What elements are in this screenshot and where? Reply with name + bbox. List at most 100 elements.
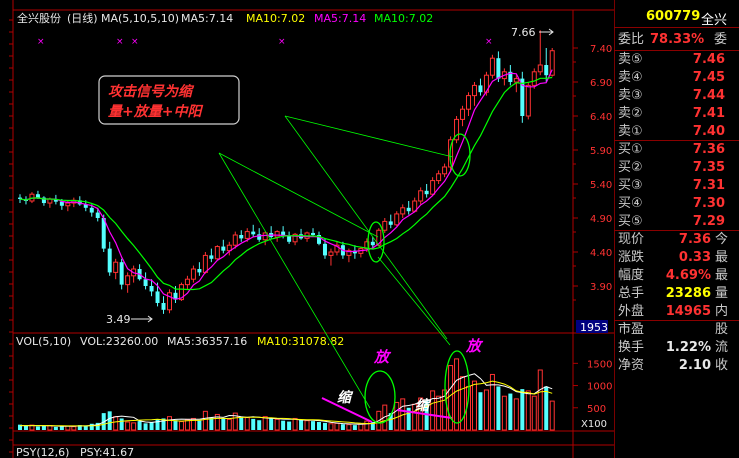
ask-row: 卖③ 7.44 bbox=[618, 86, 739, 106]
candle-body-up bbox=[394, 213, 400, 226]
volume-bar-down bbox=[340, 424, 345, 430]
candle-body-up bbox=[513, 78, 519, 83]
volume-bar-down bbox=[35, 426, 40, 430]
candle-body-down bbox=[155, 291, 160, 303]
stat-row: 外盘 14965 内 bbox=[618, 302, 739, 322]
volume-bar-up bbox=[167, 416, 172, 431]
volume-multiplier: X100 bbox=[581, 419, 607, 430]
stat-label: 总手 bbox=[618, 286, 645, 301]
volume-tick-label: 1500 bbox=[587, 359, 612, 370]
candle-body-down bbox=[311, 232, 316, 235]
bid-label: 买② bbox=[618, 160, 643, 175]
candle-body-up bbox=[125, 275, 131, 286]
volume-bar-up bbox=[178, 421, 184, 431]
volume-bar-down bbox=[107, 411, 112, 430]
vol-title: VOL(5,10) bbox=[16, 335, 71, 348]
bid-row: 买② 7.35 bbox=[618, 158, 739, 178]
stat2-row: 市盈 股 bbox=[618, 320, 739, 340]
volume-bar-up bbox=[531, 395, 537, 431]
bid-row: 买④ 7.30 bbox=[618, 194, 739, 214]
ask-label: 卖④ bbox=[618, 70, 643, 85]
volume-bar-down bbox=[53, 426, 58, 430]
volume-bar-up bbox=[454, 358, 460, 431]
low-price-label: 3.49 bbox=[106, 313, 131, 326]
candle-body-down bbox=[221, 246, 226, 251]
stat2-label: 市盈 bbox=[618, 322, 645, 337]
ratio-label: 委比 bbox=[618, 32, 645, 47]
stat-value: 0.33 bbox=[678, 250, 711, 265]
candle-body-down bbox=[287, 235, 292, 242]
period-label: (日线) bbox=[67, 11, 98, 25]
candle-body-down bbox=[544, 65, 549, 76]
bid-value: 7.31 bbox=[692, 178, 725, 193]
stat-value: 14965 bbox=[665, 304, 711, 319]
volume-bar-up bbox=[202, 410, 208, 431]
date-tag: 1953 bbox=[580, 321, 608, 334]
volume-bar-up bbox=[226, 418, 232, 431]
ask-value: 7.40 bbox=[692, 124, 725, 139]
volume-bar-down bbox=[352, 425, 357, 430]
ask-value: 7.41 bbox=[692, 106, 725, 121]
candle-body-down bbox=[149, 286, 154, 292]
ratio-row: 委比 78.33% 委 bbox=[618, 30, 739, 50]
stat-label: 现价 bbox=[618, 232, 645, 247]
volume-bar-up bbox=[501, 395, 507, 431]
bid-label: 买⑤ bbox=[618, 214, 643, 229]
candle-body-down bbox=[478, 85, 483, 93]
stat-extra: 最 bbox=[715, 250, 729, 265]
price-tick-label: 6.40 bbox=[590, 112, 612, 123]
volume-bar-down bbox=[317, 422, 321, 430]
candle-body-down bbox=[239, 235, 244, 239]
volume-bar-down bbox=[89, 423, 94, 430]
candle-body-up bbox=[328, 251, 334, 256]
candle-body-down bbox=[89, 207, 94, 213]
ma-title: MA(5,10,5,10) bbox=[101, 12, 179, 25]
volume-bar-down bbox=[269, 418, 274, 430]
candle-body-up bbox=[184, 278, 190, 286]
candle-body-up bbox=[537, 64, 543, 73]
stat2-extra: 收 bbox=[715, 358, 729, 373]
candle-body-up bbox=[418, 190, 424, 202]
volume-bar-down bbox=[23, 426, 28, 430]
candle-body-down bbox=[209, 255, 214, 259]
volume-bar-up bbox=[430, 390, 436, 431]
candle-body-down bbox=[59, 201, 64, 206]
candle-body-up bbox=[232, 234, 238, 246]
stat-row: 现价 7.36 今 bbox=[618, 230, 739, 250]
candle-body-down bbox=[388, 221, 393, 225]
vol-ma10: MA10:31078.82 bbox=[257, 335, 344, 348]
candle-body-down bbox=[197, 269, 202, 273]
volume-bar-down bbox=[197, 420, 202, 430]
ma5b-label: MA5:7.14 bbox=[314, 12, 366, 25]
candle-body-up bbox=[489, 57, 495, 76]
bid-value: 7.29 bbox=[692, 214, 725, 229]
candle-body-up bbox=[460, 108, 466, 120]
stat2-extra: 股 bbox=[715, 322, 729, 337]
volume-bar-up bbox=[346, 424, 352, 431]
candle-body-up bbox=[244, 231, 250, 239]
volume-bar-down bbox=[239, 416, 244, 430]
bid-label: 买④ bbox=[618, 196, 643, 211]
svg-text:×: × bbox=[37, 37, 45, 47]
volume-bar-down bbox=[520, 389, 525, 430]
volume-bar-down bbox=[221, 418, 226, 430]
volume-bar-down bbox=[59, 426, 64, 430]
candle-body-up bbox=[113, 261, 119, 273]
volume-bar-down bbox=[496, 386, 501, 430]
volume-bar-down bbox=[155, 419, 160, 430]
stat2-label: 换手 bbox=[618, 340, 645, 355]
bid-value: 7.35 bbox=[692, 160, 725, 175]
candle-body-up bbox=[436, 173, 442, 182]
stock-name-short: 全兴 bbox=[701, 13, 728, 28]
volume-bar-down bbox=[257, 420, 262, 430]
volume-bar-down bbox=[281, 420, 286, 430]
volume-bar-down bbox=[544, 386, 549, 430]
volume-tick-label: 500 bbox=[587, 404, 606, 415]
candle-body-up bbox=[400, 207, 406, 215]
candle-body-down bbox=[107, 248, 112, 273]
volume-bar-down bbox=[299, 419, 304, 430]
ask-label: 卖③ bbox=[618, 88, 643, 103]
volume-bar-up bbox=[292, 417, 298, 431]
candle-body-down bbox=[251, 231, 256, 235]
volume-bar-down bbox=[119, 418, 124, 430]
